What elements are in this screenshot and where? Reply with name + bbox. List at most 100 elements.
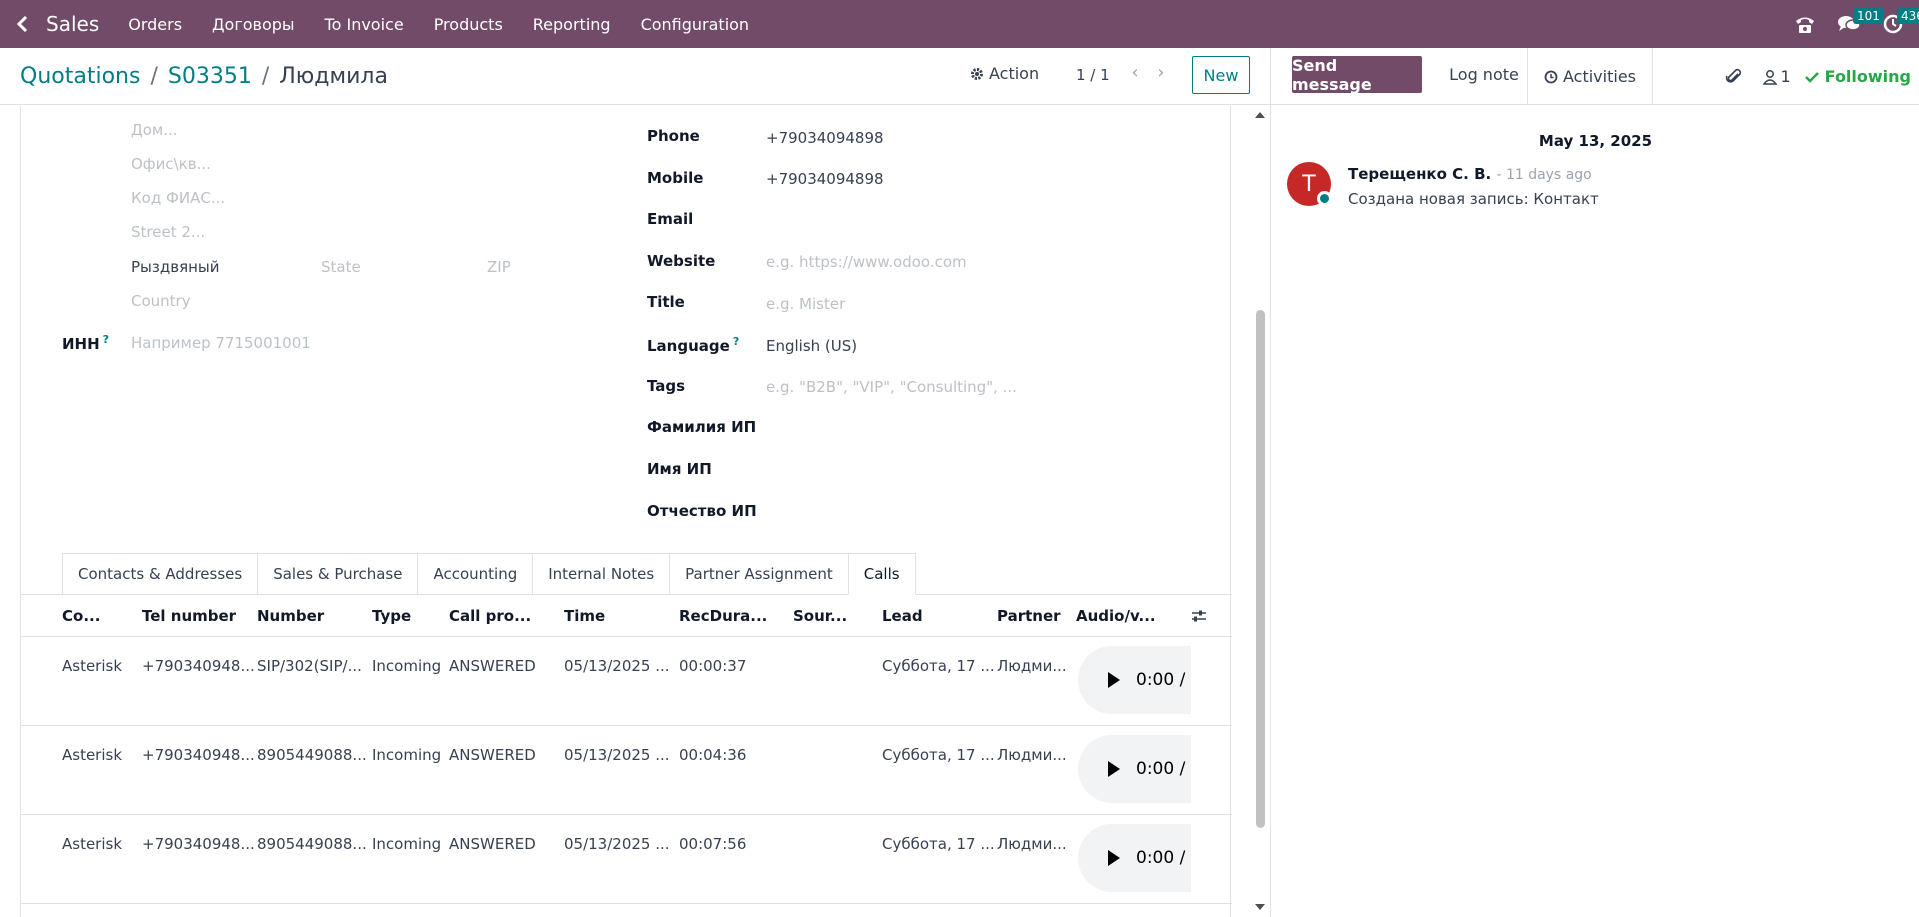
tab-internal-notes[interactable]: Internal Notes <box>532 553 670 595</box>
pager-value[interactable]: 1 / 1 <box>1076 66 1110 84</box>
col-number[interactable]: Number <box>257 607 324 625</box>
optional-columns-icon[interactable] <box>1191 609 1207 627</box>
cell-progress: ANSWERED <box>449 746 536 764</box>
help-icon[interactable]: ? <box>103 333 109 346</box>
app-name[interactable]: Sales <box>46 12 99 36</box>
form-scrollbar[interactable] <box>1250 106 1270 917</box>
cell-type: Incoming <box>372 657 442 675</box>
log-note-button[interactable]: Log note <box>1432 56 1536 93</box>
menu-to-invoice[interactable]: To Invoice <box>310 15 419 34</box>
title-input[interactable]: e.g. Mister <box>766 295 845 313</box>
language-select[interactable]: English (US) <box>766 337 857 355</box>
street2-input[interactable]: Street 2... <box>131 223 205 241</box>
tab-accounting[interactable]: Accounting <box>417 553 533 595</box>
col-rec-duration[interactable]: RecDura... <box>679 607 767 625</box>
col-tel-number[interactable]: Tel number <box>142 607 236 625</box>
form-view: Дом... Офис\кв... Код ФИАС... Street 2..… <box>0 106 1250 917</box>
col-partner[interactable]: Partner <box>997 607 1061 625</box>
email-input[interactable] <box>766 210 1066 230</box>
tab-contacts-addresses[interactable]: Contacts & Addresses <box>62 553 258 595</box>
cell-tel: +790340948... <box>142 746 255 764</box>
col-time[interactable]: Time <box>564 607 605 625</box>
zip-input[interactable]: ZIP <box>487 258 511 276</box>
cell-company: Asterisk <box>62 746 123 764</box>
table-row[interactable]: Asterisk +790340948... SIP/302(SIP/... I… <box>21 637 1232 726</box>
messages-icon[interactable]: 101 <box>1829 0 1884 48</box>
audio-player[interactable]: 0:00 / 7 <box>1078 824 1191 892</box>
website-label: Website <box>647 252 716 270</box>
menu-configuration[interactable]: Configuration <box>626 15 765 34</box>
cell-time: 05/13/2025 ... <box>564 657 670 675</box>
inn-input[interactable]: Например 7715001001 <box>131 334 311 352</box>
office-input[interactable]: Офис\кв... <box>131 155 211 173</box>
followers-button[interactable]: 1 <box>1763 67 1791 86</box>
tab-partner-assignment[interactable]: Partner Assignment <box>669 553 848 595</box>
col-type[interactable]: Type <box>372 607 411 625</box>
cell-number: SIP/302(SIP/... <box>257 657 362 675</box>
fias-input[interactable]: Код ФИАС... <box>131 189 225 207</box>
house-input[interactable]: Дом... <box>131 121 178 139</box>
inn-label: ИНН? <box>62 333 110 353</box>
col-company[interactable]: Co... <box>62 607 100 625</box>
cell-partner: Людми... <box>997 657 1067 675</box>
audio-player[interactable]: 0:00 / 4 <box>1078 735 1191 803</box>
pager-arrows: ‹ › <box>1122 62 1174 83</box>
ip-middle-name-label: Отчество ИП <box>647 502 757 520</box>
pager-prev-icon[interactable]: ‹ <box>1122 62 1148 83</box>
systray: 101 436 <box>1781 0 1919 48</box>
cell-duration: 00:07:56 <box>679 835 747 853</box>
menu-reporting[interactable]: Reporting <box>518 15 626 34</box>
table-row[interactable]: Asterisk +790340948... 8905449088... Inc… <box>21 815 1232 904</box>
col-lead[interactable]: Lead <box>882 607 923 625</box>
action-button[interactable]: Action <box>970 64 1039 83</box>
play-icon[interactable] <box>1108 672 1120 688</box>
scrollbar-thumb[interactable] <box>1256 310 1265 828</box>
control-panel: Quotations / S03351 / Людмила Action 1 /… <box>0 48 1270 105</box>
help-icon[interactable]: ? <box>733 335 739 348</box>
breadcrumb-quotations[interactable]: Quotations <box>20 64 140 89</box>
tags-input[interactable]: e.g. "B2B", "VIP", "Consulting", ... <box>766 378 1017 396</box>
breadcrumb-order[interactable]: S03351 <box>168 64 252 89</box>
scroll-up-icon[interactable] <box>1255 112 1265 118</box>
cell-progress: ANSWERED <box>449 657 536 675</box>
form-sheet: Дом... Офис\кв... Код ФИАС... Street 2..… <box>20 106 1232 917</box>
city-input[interactable]: Рыздвяный <box>131 258 220 276</box>
audio-player[interactable]: 0:00 / 0 <box>1078 646 1191 714</box>
col-call-progress[interactable]: Call pro... <box>449 607 531 625</box>
chatter-panel: Send message Log note Activities 1 Follo… <box>1270 48 1919 917</box>
notebook-tabs: Contacts & Addresses Sales & Purchase Ac… <box>62 553 916 595</box>
following-button[interactable]: Following <box>1804 67 1911 86</box>
tab-calls[interactable]: Calls <box>847 553 916 595</box>
menu-orders[interactable]: Orders <box>113 15 197 34</box>
cell-type: Incoming <box>372 835 442 853</box>
activity-clock-icon[interactable]: 436 <box>1873 0 1919 48</box>
author-name[interactable]: Терещенко С. В. <box>1348 165 1491 183</box>
play-icon[interactable] <box>1108 850 1120 866</box>
play-icon[interactable] <box>1108 761 1120 777</box>
website-input[interactable]: e.g. https://www.odoo.com <box>766 253 967 271</box>
pager-next-icon[interactable]: › <box>1148 62 1174 83</box>
activities-button[interactable]: Activities <box>1527 48 1653 105</box>
audio-time: 0:00 / 7 <box>1136 848 1191 868</box>
cell-company: Asterisk <box>62 835 123 853</box>
new-button[interactable]: New <box>1192 56 1250 94</box>
back-icon[interactable] <box>2 0 42 48</box>
tab-sales-purchase[interactable]: Sales & Purchase <box>257 553 418 595</box>
phone-input[interactable]: +79034094898 <box>766 129 884 147</box>
audio-time: 0:00 / 0 <box>1136 670 1191 690</box>
col-source[interactable]: Sour... <box>793 607 847 625</box>
paperclip-icon[interactable] <box>1725 68 1743 86</box>
cell-lead: Суббота, 17 ... <box>882 746 995 764</box>
country-input[interactable]: Country <box>131 292 191 310</box>
send-message-button[interactable]: Send message <box>1292 56 1422 94</box>
state-input[interactable]: State <box>321 258 361 276</box>
phone-icon[interactable] <box>1785 0 1825 48</box>
col-audio[interactable]: Audio/v... <box>1076 607 1156 625</box>
mobile-input[interactable]: +79034094898 <box>766 170 884 188</box>
ip-first-name-label: Имя ИП <box>647 460 712 478</box>
action-label: Action <box>989 64 1040 83</box>
menu-dogovory[interactable]: Договоры <box>197 15 310 34</box>
table-row[interactable]: Asterisk +790340948... 8905449088... Inc… <box>21 726 1232 815</box>
scroll-down-icon[interactable] <box>1255 904 1265 910</box>
menu-products[interactable]: Products <box>419 15 518 34</box>
